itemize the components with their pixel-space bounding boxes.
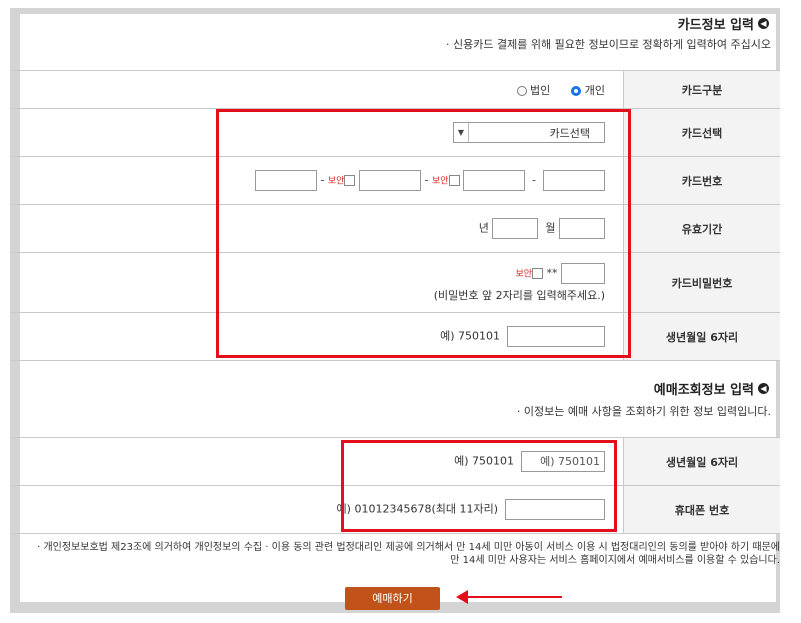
row-card-type: 법인 개인 카드구분 [10, 70, 780, 109]
radio-corporate[interactable] [516, 85, 527, 96]
notice-line-2: 만 14세 미만 사용자는 서비스 홈페이지에서 예매서비스를 이용할 수 있습… [450, 555, 780, 566]
lookup-section-desc: · 이정보는 예매 사항을 조회하기 위한 정보 입력입니다. [516, 405, 771, 418]
label-card-number: 카드번호 [623, 156, 780, 205]
circle-chevron-icon: ◀ [758, 383, 769, 394]
label-card-type: 카드구분 [623, 70, 780, 109]
card-section-title-text: 카드정보 입력 [677, 18, 754, 33]
label-card-company: 카드선택 [623, 108, 780, 157]
label-expiry: 유효기간 [623, 204, 780, 253]
reserve-button[interactable]: 예매하기 [345, 587, 440, 610]
circle-chevron-icon: ◀ [758, 18, 769, 29]
label-lookup-birth: 생년월일 6자리 [623, 437, 780, 486]
card-section-desc: · 신용카드 결제를 위해 필요한 정보이므로 정확하게 입력하여 주십시오 [446, 38, 771, 51]
highlight-box-lookup [341, 440, 617, 532]
lookup-section-title: 예매조회정보 입력 ◀ [654, 379, 769, 398]
label-birth: 생년월일 6자리 [623, 312, 780, 361]
lookup-section-title-text: 예매조회정보 입력 [653, 383, 754, 398]
notice-line-1: · 개인정보보호법 제23조에 의거하여 개인정보의 수집 · 이용 동의 관련… [37, 542, 780, 553]
radio-personal-label: 개인 [584, 83, 605, 97]
highlight-box-card [216, 109, 631, 358]
radio-personal[interactable] [571, 85, 582, 96]
arrow-shaft [466, 596, 562, 598]
radio-corporate-label: 법인 [530, 83, 551, 97]
label-lookup-phone: 휴대폰 번호 [623, 485, 780, 534]
label-card-password: 카드비밀번호 [623, 252, 780, 313]
privacy-notice: · 개인정보보호법 제23조에 의거하여 개인정보의 수집 · 이용 동의 관련… [10, 541, 780, 567]
card-section-title: 카드정보 입력 ◀ [678, 14, 769, 33]
